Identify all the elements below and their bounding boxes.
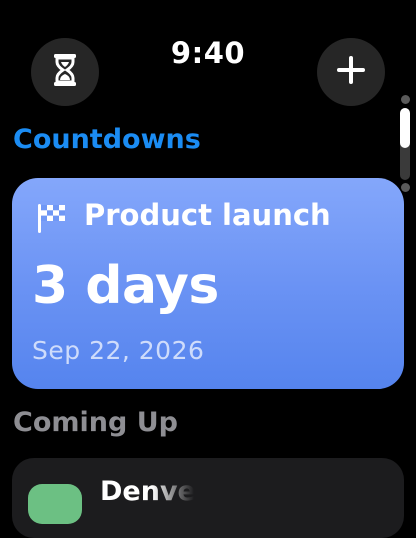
featured-countdown-card[interactable]: Product launch 3 days Sep 22, 2026 [12,178,404,389]
add-countdown-button[interactable] [317,38,385,106]
checkered-flag-icon [36,202,68,234]
plus-icon [336,55,366,89]
section-title-coming-up: Coming Up [13,407,178,438]
scroll-thumb[interactable] [400,108,410,148]
scroll-indicator-top-dot [401,95,410,104]
countdown-remaining: 3 days [32,256,219,316]
scroll-indicator-bottom-dot [401,183,410,192]
list-item-label: Denve [100,476,194,507]
section-title-countdowns: Countdowns [13,124,201,155]
countdown-date: Sep 22, 2026 [32,336,205,365]
countdown-title: Product launch [84,198,331,232]
list-item[interactable]: Denve [12,458,404,538]
event-color-icon [28,484,82,524]
